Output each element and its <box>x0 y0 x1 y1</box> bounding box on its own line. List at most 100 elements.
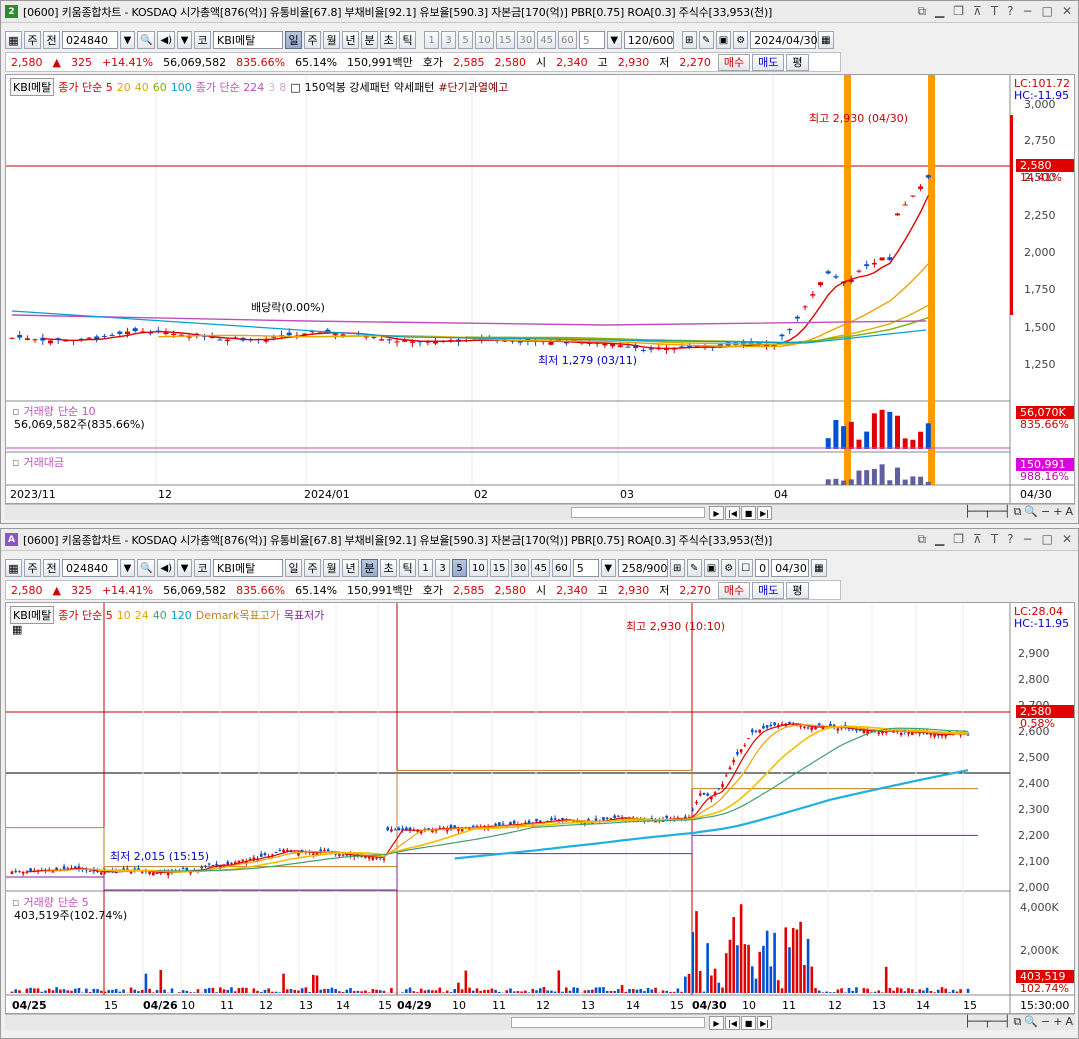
buy-button[interactable]: 매수 <box>717 581 751 599</box>
font-icon[interactable]: A <box>1065 505 1073 519</box>
speaker-icon[interactable]: ◀) <box>157 31 176 49</box>
gear-icon[interactable]: ⚙ <box>733 31 749 49</box>
chevron-down-icon[interactable]: ▼ <box>177 31 193 49</box>
title-bar[interactable]: 2 [0600] 키움종합차트 - KOSDAQ 시가총액[876(억)] 유통… <box>1 1 1078 23</box>
chevron-down-icon[interactable]: ▼ <box>120 31 135 49</box>
count-field[interactable]: 120/600 <box>623 31 674 49</box>
minute-price-chart[interactable]: KBI메탈 종가 단순 5 10 24 40 120 Demark목표고가 목표… <box>5 602 1075 1014</box>
interval-1[interactable]: 1 <box>418 559 434 577</box>
gear-icon[interactable]: ⚙ <box>721 559 737 577</box>
prev-button[interactable]: 전 <box>43 31 60 49</box>
first-icon[interactable]: |◀ <box>725 1016 740 1030</box>
plus-icon[interactable]: + <box>1053 505 1062 519</box>
max-icon[interactable]: □ <box>1042 532 1053 547</box>
chevron-down-icon[interactable]: ▼ <box>120 559 135 577</box>
stock-name-field[interactable]: KBI메탈 <box>213 559 284 577</box>
text-icon[interactable]: T <box>991 4 998 19</box>
interval-45[interactable]: 45 <box>531 559 550 577</box>
tab-day[interactable]: 일 <box>285 31 303 49</box>
speaker-icon[interactable]: ◀) <box>157 559 176 577</box>
scroll-right-icon[interactable]: ▶ <box>709 1016 724 1030</box>
plus-icon[interactable]: + <box>1053 1015 1062 1029</box>
calendar-icon[interactable]: ▦ <box>811 559 827 577</box>
chevron-down-icon[interactable]: ▼ <box>177 559 193 577</box>
scroll-thumb[interactable] <box>511 1017 705 1028</box>
tab-year[interactable]: 년 <box>342 31 360 49</box>
interval-select[interactable]: 5 <box>578 31 605 49</box>
magnify-icon[interactable]: 🔍 <box>1024 505 1038 519</box>
interval-10[interactable]: 10 <box>475 31 494 49</box>
legend-stock-tag[interactable]: KBI메탈 <box>10 606 55 624</box>
interval-10[interactable]: 10 <box>469 559 488 577</box>
title-bar[interactable]: A [0600] 키움종합차트 - KOSDAQ 시가총액[876(억)] 유통… <box>1 529 1078 551</box>
bottom-scrollbar[interactable]: ▶ |◀ ■ ▶| ├──┬──┤ ⧉ 🔍 − + A <box>5 1014 1075 1030</box>
daily-price-chart[interactable]: KBI메탈 종가 단순 5 20 40 60 100 종가 단순 224 3 8… <box>5 74 1075 504</box>
scroll-right-icon[interactable]: ▶ <box>709 506 724 520</box>
count-field[interactable]: 258/900 <box>617 559 668 577</box>
interval-30[interactable]: 30 <box>510 559 530 577</box>
code-input[interactable]: 024840 <box>62 559 118 577</box>
tab-week[interactable]: 주 <box>304 31 322 49</box>
minus-icon[interactable]: − <box>1041 1015 1050 1029</box>
tab-minute[interactable]: 분 <box>361 31 379 49</box>
layout-icon[interactable]: ⧉ <box>1013 505 1021 519</box>
search-icon[interactable]: 🔍 <box>137 31 156 49</box>
interval-60[interactable]: 60 <box>557 31 577 49</box>
restore-icon[interactable]: ⧉ <box>917 532 926 547</box>
sell-button[interactable]: 매도 <box>752 581 785 599</box>
help-icon[interactable]: ? <box>1007 532 1013 547</box>
layout-icon[interactable]: ⧉ <box>1013 1015 1021 1029</box>
interval-15[interactable]: 15 <box>489 559 509 577</box>
zoom-slider-icon[interactable]: ├──┬──┤ <box>964 1015 1010 1029</box>
interval-5[interactable]: 5 <box>458 31 474 49</box>
grid-icon[interactable]: ▦ <box>5 559 22 577</box>
search-icon[interactable]: 🔍 <box>137 559 156 577</box>
draw-icon[interactable]: ✎ <box>698 31 714 49</box>
chevron-down-icon[interactable]: ▼ <box>600 559 616 577</box>
checkbox[interactable]: ☐ <box>738 559 754 577</box>
prev-button[interactable]: 전 <box>43 559 60 577</box>
save-icon[interactable]: ▣ <box>715 31 732 49</box>
magnify-icon[interactable]: 🔍 <box>1024 1015 1038 1029</box>
tab-tick[interactable]: 틱 <box>399 31 417 49</box>
minimize-icon[interactable]: ▁ <box>935 532 944 547</box>
top-scrollbar[interactable]: ▶ |◀ ■ ▶| ├──┬──┤ ⧉ 🔍 − + A <box>5 504 1075 520</box>
restore-icon[interactable]: ⧉ <box>917 4 926 19</box>
font-icon[interactable]: A <box>1065 1015 1073 1029</box>
chevron-down-icon[interactable]: ▼ <box>606 31 622 49</box>
indicator-icon[interactable]: ⊞ <box>669 559 685 577</box>
zoom-slider-icon[interactable]: ├──┬──┤ <box>964 505 1010 519</box>
window-icon[interactable]: ❐ <box>953 4 964 19</box>
buy-button[interactable]: 매수 <box>717 53 751 71</box>
save-icon[interactable]: ▣ <box>703 559 720 577</box>
interval-15[interactable]: 15 <box>495 31 515 49</box>
minimize-icon[interactable]: ▁ <box>935 4 944 19</box>
help-icon[interactable]: ? <box>1007 4 1013 19</box>
first-icon[interactable]: |◀ <box>725 506 740 520</box>
tab-month[interactable]: 월 <box>323 559 341 577</box>
tab-second[interactable]: 초 <box>380 31 398 49</box>
interval-60[interactable]: 60 <box>551 559 571 577</box>
table-icon[interactable]: ▦ <box>12 623 22 636</box>
scroll-thumb[interactable] <box>571 507 705 518</box>
tab-year[interactable]: 년 <box>342 559 360 577</box>
period-select[interactable]: 주 <box>24 559 41 577</box>
max-icon[interactable]: □ <box>1042 4 1053 19</box>
last-icon[interactable]: ▶| <box>757 1016 772 1030</box>
tab-second[interactable]: 초 <box>380 559 398 577</box>
last-icon[interactable]: ▶| <box>757 506 772 520</box>
zero-field[interactable]: 0 <box>755 559 770 577</box>
interval-30[interactable]: 30 <box>516 31 536 49</box>
interval-45[interactable]: 45 <box>537 31 556 49</box>
tab-month[interactable]: 월 <box>323 31 341 49</box>
close-icon[interactable]: ✕ <box>1062 532 1072 547</box>
legend-stock-tag[interactable]: KBI메탈 <box>10 78 55 96</box>
date-field[interactable]: 04/30 <box>771 559 810 577</box>
avg-button[interactable]: 평 <box>786 581 809 599</box>
pin-icon[interactable]: ⊼ <box>973 532 982 547</box>
min-icon[interactable]: − <box>1023 532 1033 547</box>
stop-icon[interactable]: ■ <box>741 506 756 520</box>
interval-1[interactable]: 1 <box>424 31 440 49</box>
tab-minute[interactable]: 분 <box>361 559 379 577</box>
date-field[interactable]: 2024/04/30 <box>750 31 818 49</box>
